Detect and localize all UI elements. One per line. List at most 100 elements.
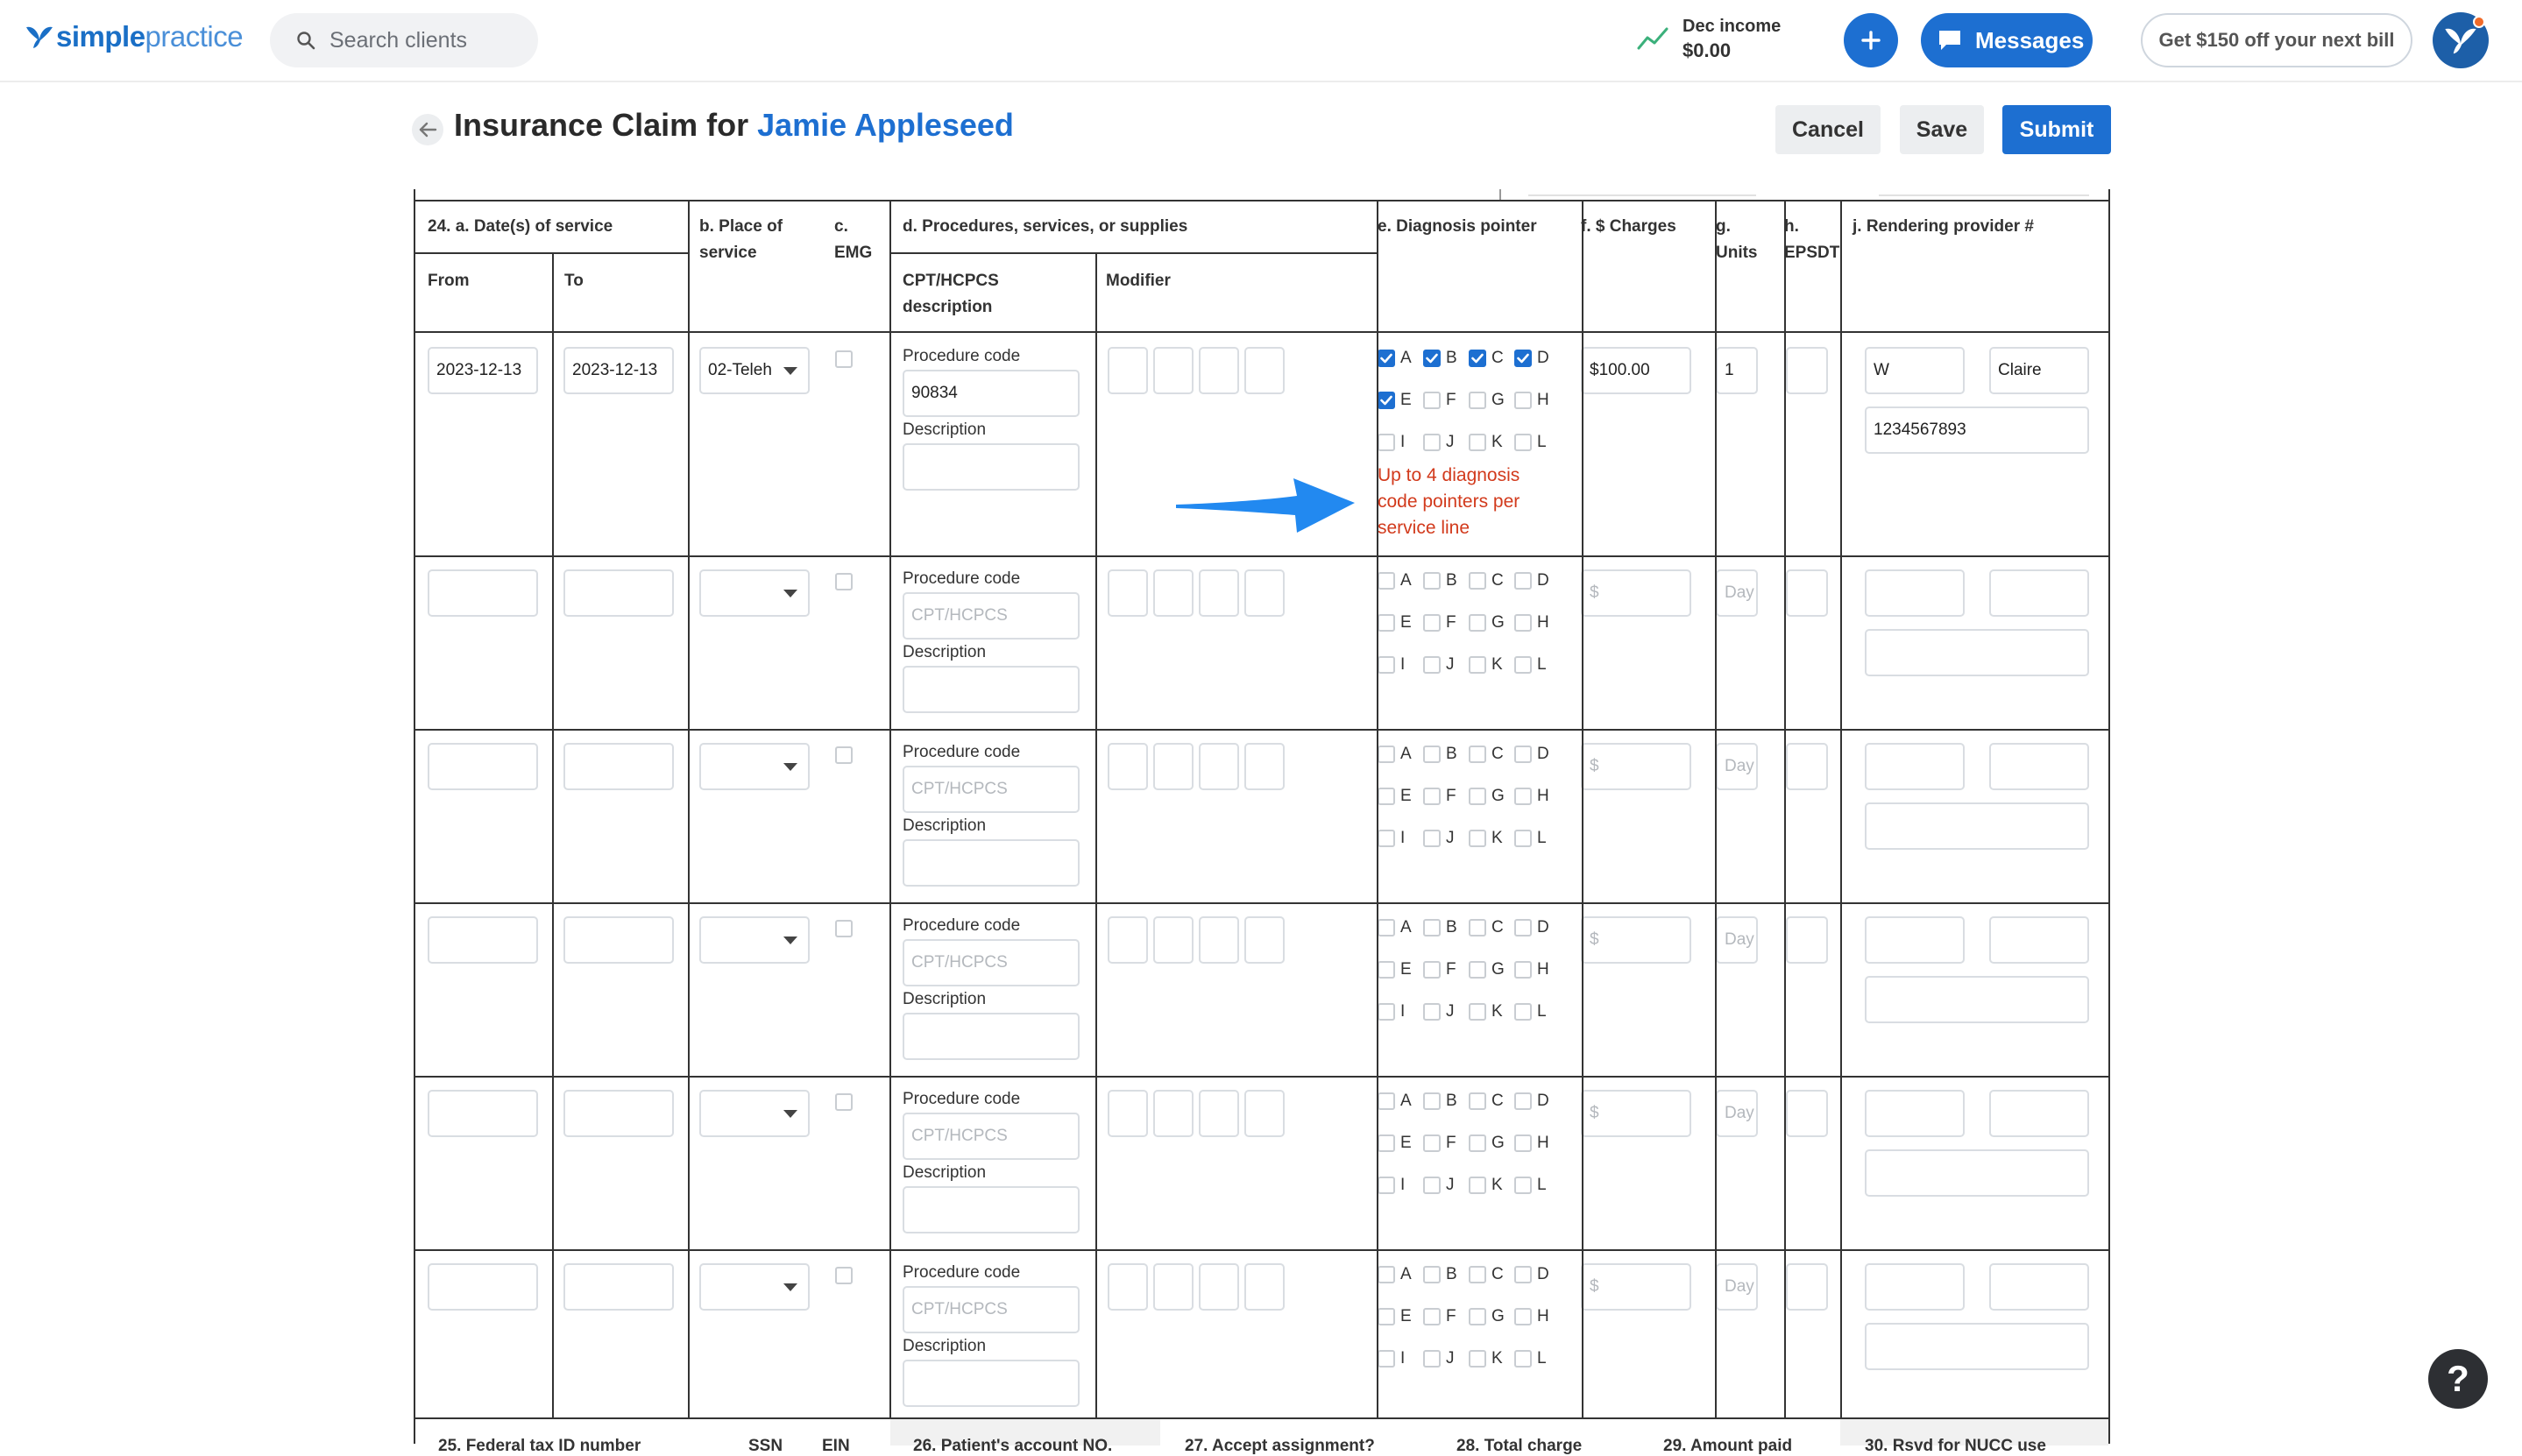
modifier-input[interactable] (1108, 1090, 1148, 1137)
emg-checkbox[interactable] (835, 1267, 853, 1284)
provider-last-input[interactable] (1989, 743, 2089, 790)
modifier-input[interactable] (1244, 569, 1285, 617)
diagnosis-pointer-h-checkbox[interactable]: H (1514, 613, 1549, 633)
emg-checkbox[interactable] (835, 573, 853, 590)
emg-checkbox[interactable] (835, 1093, 853, 1111)
procedure-code-input[interactable]: CPT/HCPCS (903, 592, 1080, 640)
modifier-input[interactable] (1108, 347, 1148, 394)
diagnosis-pointer-b-checkbox[interactable]: B (1423, 918, 1457, 937)
modifier-input[interactable] (1108, 569, 1148, 617)
diagnosis-pointer-b-checkbox[interactable]: B (1423, 571, 1457, 590)
date-from-input[interactable] (428, 916, 538, 964)
diagnosis-pointer-e-checkbox[interactable]: E (1378, 787, 1412, 806)
diagnosis-pointer-h-checkbox[interactable]: H (1514, 787, 1549, 806)
help-button[interactable]: ? (2428, 1349, 2488, 1409)
create-new-button[interactable] (1844, 13, 1898, 67)
date-from-input[interactable] (428, 743, 538, 790)
diagnosis-pointer-g-checkbox[interactable]: G (1469, 391, 1505, 410)
submit-button[interactable]: Submit (2002, 105, 2111, 154)
date-to-input[interactable] (563, 569, 674, 617)
description-input[interactable] (903, 839, 1080, 887)
place-of-service-select[interactable] (699, 1263, 810, 1311)
save-button[interactable]: Save (1900, 105, 1984, 154)
diagnosis-pointer-g-checkbox[interactable]: G (1469, 613, 1505, 633)
provider-npi-input[interactable] (1865, 802, 2089, 850)
modifier-input[interactable] (1108, 916, 1148, 964)
units-input[interactable]: Day (1716, 1090, 1758, 1137)
emg-checkbox[interactable] (835, 746, 853, 764)
units-input[interactable]: 1 (1716, 347, 1758, 394)
diagnosis-pointer-b-checkbox[interactable]: B (1423, 349, 1457, 368)
modifier-input[interactable] (1244, 916, 1285, 964)
search-input[interactable] (329, 27, 531, 53)
provider-last-input[interactable]: Claire (1989, 347, 2089, 394)
diagnosis-pointer-d-checkbox[interactable]: D (1514, 1265, 1549, 1284)
diagnosis-pointer-e-checkbox[interactable]: E (1378, 391, 1412, 410)
modifier-input[interactable] (1108, 743, 1148, 790)
diagnosis-pointer-i-checkbox[interactable]: I (1378, 1002, 1405, 1021)
diagnosis-pointer-b-checkbox[interactable]: B (1423, 745, 1457, 764)
diagnosis-pointer-j-checkbox[interactable]: J (1423, 655, 1455, 675)
diagnosis-pointer-h-checkbox[interactable]: H (1514, 960, 1549, 979)
charges-input[interactable]: $100.00 (1581, 347, 1691, 394)
description-input[interactable] (903, 1360, 1080, 1407)
diagnosis-pointer-l-checkbox[interactable]: L (1514, 1176, 1547, 1195)
diagnosis-pointer-i-checkbox[interactable]: I (1378, 655, 1405, 675)
charges-input[interactable]: $ (1581, 743, 1691, 790)
modifier-input[interactable] (1199, 743, 1239, 790)
provider-npi-input[interactable]: 1234567893 (1865, 406, 2089, 454)
diagnosis-pointer-f-checkbox[interactable]: F (1423, 391, 1456, 410)
diagnosis-pointer-a-checkbox[interactable]: A (1378, 349, 1412, 368)
modifier-input[interactable] (1153, 347, 1194, 394)
provider-first-input[interactable]: W (1865, 347, 1965, 394)
date-to-input[interactable] (563, 1090, 674, 1137)
modifier-input[interactable] (1244, 1263, 1285, 1311)
modifier-input[interactable] (1244, 1090, 1285, 1137)
diagnosis-pointer-i-checkbox[interactable]: I (1378, 829, 1405, 848)
diagnosis-pointer-i-checkbox[interactable]: I (1378, 1349, 1405, 1368)
charges-input[interactable]: $ (1581, 1263, 1691, 1311)
diagnosis-pointer-a-checkbox[interactable]: A (1378, 571, 1412, 590)
modifier-input[interactable] (1199, 1090, 1239, 1137)
messages-button[interactable]: Messages (1921, 13, 2093, 67)
diagnosis-pointer-k-checkbox[interactable]: K (1469, 1176, 1503, 1195)
date-from-input[interactable] (428, 569, 538, 617)
place-of-service-select[interactable] (699, 569, 810, 617)
provider-first-input[interactable] (1865, 569, 1965, 617)
diagnosis-pointer-k-checkbox[interactable]: K (1469, 433, 1503, 452)
diagnosis-pointer-j-checkbox[interactable]: J (1423, 1176, 1455, 1195)
diagnosis-pointer-h-checkbox[interactable]: H (1514, 1307, 1549, 1326)
units-input[interactable]: Day (1716, 1263, 1758, 1311)
description-input[interactable] (903, 443, 1080, 491)
date-to-input[interactable]: 2023-12-13 (563, 347, 674, 394)
provider-first-input[interactable] (1865, 916, 1965, 964)
description-input[interactable] (903, 1186, 1080, 1233)
diagnosis-pointer-d-checkbox[interactable]: D (1514, 918, 1549, 937)
diagnosis-pointer-a-checkbox[interactable]: A (1378, 1092, 1412, 1111)
modifier-input[interactable] (1153, 1263, 1194, 1311)
provider-npi-input[interactable] (1865, 629, 2089, 676)
charges-input[interactable]: $ (1581, 916, 1691, 964)
emg-checkbox[interactable] (835, 350, 853, 368)
procedure-code-input[interactable]: 90834 (903, 370, 1080, 417)
simplepractice-logo[interactable]: simplepractice (25, 19, 244, 54)
diagnosis-pointer-e-checkbox[interactable]: E (1378, 1134, 1412, 1153)
diagnosis-pointer-c-checkbox[interactable]: C (1469, 745, 1504, 764)
units-input[interactable]: Day (1716, 916, 1758, 964)
diagnosis-pointer-g-checkbox[interactable]: G (1469, 960, 1505, 979)
diagnosis-pointer-c-checkbox[interactable]: C (1469, 349, 1504, 368)
procedure-code-input[interactable]: CPT/HCPCS (903, 1113, 1080, 1160)
diagnosis-pointer-k-checkbox[interactable]: K (1469, 1349, 1503, 1368)
provider-first-input[interactable] (1865, 1263, 1965, 1311)
diagnosis-pointer-c-checkbox[interactable]: C (1469, 918, 1504, 937)
place-of-service-select[interactable] (699, 743, 810, 790)
diagnosis-pointer-d-checkbox[interactable]: D (1514, 1092, 1549, 1111)
procedure-code-input[interactable]: CPT/HCPCS (903, 1286, 1080, 1333)
provider-first-input[interactable] (1865, 1090, 1965, 1137)
income-widget[interactable]: Dec income $0.00 (1637, 12, 1781, 65)
modifier-input[interactable] (1153, 743, 1194, 790)
epsdt-input[interactable] (1786, 347, 1828, 394)
diagnosis-pointer-b-checkbox[interactable]: B (1423, 1265, 1457, 1284)
provider-npi-input[interactable] (1865, 1323, 2089, 1370)
diagnosis-pointer-j-checkbox[interactable]: J (1423, 829, 1455, 848)
